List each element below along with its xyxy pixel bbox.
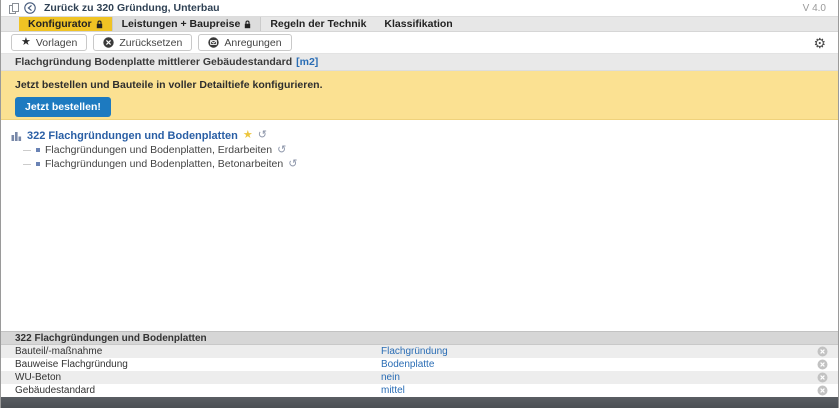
tree-child-betonarbeiten: Flachgründungen und Bodenplatten, Betona… <box>11 157 828 171</box>
history-icon[interactable]: ↺ <box>258 130 267 141</box>
tab-leistungen-baupreise[interactable]: Leistungen + Baupreise <box>112 17 262 31</box>
remove-icon[interactable] <box>817 359 828 370</box>
component-title: Flachgründung Bodenplatte mittlerer Gebä… <box>15 56 292 68</box>
row-value[interactable]: mittel <box>381 385 405 396</box>
history-icon[interactable]: ↺ <box>288 159 297 170</box>
row-label: Bauweise Flachgründung <box>1 359 128 370</box>
table-row: Bauweise Flachgründung Bodenplatte <box>1 358 838 371</box>
chart-bars-icon <box>11 130 22 141</box>
properties-table: 322 Flachgründungen und Bodenplatten Bau… <box>1 331 838 397</box>
table-row: WU-Beton nein <box>1 371 838 384</box>
jetzt-bestellen-button[interactable]: Jetzt bestellen! <box>15 97 111 117</box>
tab-label: Leistungen + Baupreise <box>122 18 241 30</box>
anregungen-button[interactable]: Anregungen <box>198 34 291 51</box>
lock-icon <box>96 20 103 29</box>
copy-icon[interactable] <box>9 3 19 14</box>
bullet-icon <box>36 148 40 152</box>
back-link[interactable]: Zurück zu 320 Gründung, Unterbau <box>44 2 220 14</box>
row-value[interactable]: Bodenplatte <box>381 359 434 370</box>
tree-root-row: 322 Flachgründungen und Bodenplatten ★ ↺ <box>11 128 828 143</box>
zuruecksetzen-button[interactable]: Zurücksetzen <box>93 34 192 51</box>
row-value[interactable]: Flachgründung <box>381 346 448 357</box>
tab-klassifikation[interactable]: Klassifikation <box>375 17 461 31</box>
remove-icon[interactable] <box>817 372 828 383</box>
tree-child-label[interactable]: Flachgründungen und Bodenplatten, Betona… <box>45 158 283 170</box>
footer-bar <box>1 397 838 408</box>
table-row: Bauteil/-maßnahme Flachgründung <box>1 345 838 358</box>
tree-child-erdarbeiten: Flachgründungen und Bodenplatten, Erdarb… <box>11 143 828 157</box>
tab-label: Konfigurator <box>28 18 92 30</box>
zuruecksetzen-button-label: Zurücksetzen <box>119 37 182 49</box>
toolbar: ★ Vorlagen Zurücksetzen Anregungen <box>1 32 838 54</box>
star-icon: ★ <box>21 37 31 48</box>
order-banner-message: Jetzt bestellen und Bauteile in voller D… <box>15 79 824 91</box>
component-title-bar: Flachgründung Bodenplatte mittlerer Gebä… <box>1 54 838 71</box>
tab-label: Regeln der Technik <box>270 18 366 30</box>
feedback-envelope-icon <box>208 37 219 48</box>
app-window: Zurück zu 320 Gründung, Unterbau V 4.0 K… <box>0 0 839 408</box>
favorite-star-icon[interactable]: ★ <box>243 130 253 141</box>
tab-bar: Konfigurator Leistungen + Baupreise Rege… <box>1 16 838 32</box>
component-unit: [m2] <box>296 56 318 68</box>
tree-child-label[interactable]: Flachgründungen und Bodenplatten, Erdarb… <box>45 144 272 156</box>
vorlagen-button-label: Vorlagen <box>36 37 77 49</box>
version-label: V 4.0 <box>803 3 830 14</box>
row-label: Bauteil/-maßnahme <box>1 346 102 357</box>
tab-label: Klassifikation <box>384 18 452 30</box>
gear-icon[interactable]: ⚙ <box>813 36 828 50</box>
reset-circle-x-icon <box>103 37 114 48</box>
tab-konfigurator[interactable]: Konfigurator <box>19 17 112 31</box>
history-icon[interactable]: ↺ <box>277 145 286 156</box>
back-icon[interactable] <box>24 2 36 14</box>
tree-connector <box>23 150 31 151</box>
table-row: Gebäudestandard mittel <box>1 384 838 397</box>
row-label: Gebäudestandard <box>1 385 95 396</box>
anregungen-button-label: Anregungen <box>224 37 281 49</box>
tree-root-label[interactable]: 322 Flachgründungen und Bodenplatten <box>27 130 238 142</box>
content-area: 322 Flachgründungen und Bodenplatten ★ ↺… <box>1 120 838 331</box>
remove-icon[interactable] <box>817 385 828 396</box>
remove-icon[interactable] <box>817 346 828 357</box>
top-bar: Zurück zu 320 Gründung, Unterbau V 4.0 <box>1 0 838 16</box>
order-banner: Jetzt bestellen und Bauteile in voller D… <box>1 71 838 120</box>
lock-icon <box>244 20 251 29</box>
bullet-icon <box>36 162 40 166</box>
row-label: WU-Beton <box>1 372 61 383</box>
vorlagen-button[interactable]: ★ Vorlagen <box>11 34 87 51</box>
tab-regeln-der-technik[interactable]: Regeln der Technik <box>261 17 375 31</box>
tree-connector <box>23 164 31 165</box>
row-value[interactable]: nein <box>381 372 400 383</box>
table-header: 322 Flachgründungen und Bodenplatten <box>1 331 838 345</box>
